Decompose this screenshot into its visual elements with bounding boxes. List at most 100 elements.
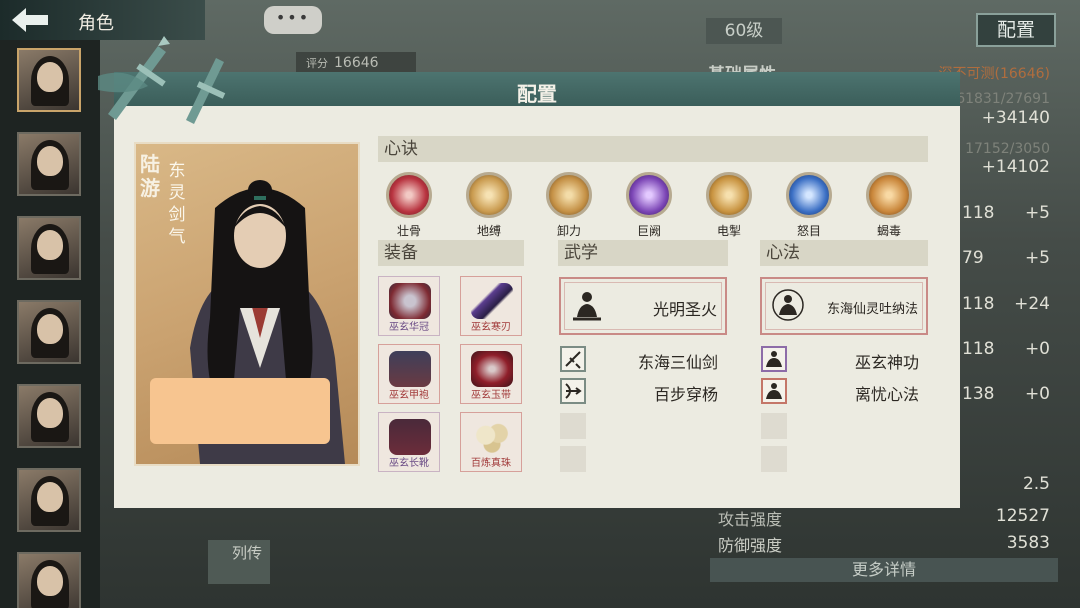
stat-value: 61831/27691 bbox=[956, 91, 1050, 107]
equipment-label: 百炼真珠 bbox=[471, 458, 511, 469]
redacted-area bbox=[150, 378, 330, 444]
config-button[interactable]: 配置 bbox=[976, 13, 1056, 47]
stat-value: 118 bbox=[962, 203, 995, 223]
character-portrait[interactable] bbox=[17, 48, 81, 112]
biography-button[interactable]: 列传 bbox=[208, 540, 270, 584]
stat-value: 79 bbox=[962, 248, 984, 268]
character-portrait[interactable] bbox=[17, 384, 81, 448]
flame-gold-icon bbox=[866, 172, 912, 218]
score-value: 16646 bbox=[334, 55, 379, 71]
section-header-equipment: 装备 bbox=[378, 240, 524, 266]
xinfa-list-label: 巫玄神功 bbox=[854, 353, 919, 372]
skill-label: 地缚 bbox=[476, 224, 501, 238]
empty-slot[interactable] bbox=[761, 446, 787, 472]
gate-purple-icon bbox=[626, 172, 672, 218]
stat-value: +0 bbox=[1024, 339, 1050, 359]
equipment-slot[interactable]: 巫玄华冠 bbox=[378, 276, 440, 336]
eye-blue-icon bbox=[786, 172, 832, 218]
stat-value: +0 bbox=[1024, 384, 1050, 404]
top-bar: 角色 bbox=[0, 0, 205, 40]
level-badge: 60级 bbox=[706, 18, 782, 44]
equipment-slot[interactable]: 巫玄玉带 bbox=[460, 344, 522, 404]
pearls-icon bbox=[471, 419, 513, 455]
sword-figure-icon bbox=[560, 346, 586, 372]
score-display: 评分 16646 bbox=[296, 52, 416, 74]
xinfa-main-slot[interactable]: 东海仙灵吐纳法 bbox=[760, 277, 928, 335]
skill-slot[interactable]: 蝎毒 bbox=[859, 172, 919, 239]
meditation-icon bbox=[761, 346, 787, 372]
meditation-icon bbox=[761, 378, 787, 404]
character-portrait[interactable] bbox=[17, 552, 81, 608]
stat-value: 2.5 bbox=[1022, 474, 1050, 494]
robe-icon bbox=[389, 351, 431, 387]
wuxue-main-slot[interactable]: 光明圣火 bbox=[559, 277, 727, 335]
skill-slot[interactable]: 电掣 bbox=[699, 172, 759, 239]
arrow-left-icon bbox=[12, 8, 48, 32]
more-detail-button[interactable]: 更多详情 bbox=[710, 558, 1058, 582]
stat-value: +5 bbox=[1024, 248, 1050, 268]
score-label: 评分 bbox=[306, 57, 328, 70]
meditating-monk-icon bbox=[772, 289, 804, 321]
skill-label: 电掣 bbox=[716, 224, 741, 238]
empty-slot[interactable] bbox=[761, 413, 787, 439]
attack-label: 攻击强度 bbox=[718, 510, 783, 529]
skill-slot[interactable]: 地缚 bbox=[459, 172, 519, 239]
equipment-label: 巫玄华冠 bbox=[389, 322, 429, 333]
skill-slot[interactable]: 怒目 bbox=[779, 172, 839, 239]
skill-slot[interactable]: 卸力 bbox=[539, 172, 599, 239]
skill-label: 蝎毒 bbox=[876, 224, 901, 238]
equipment-label: 巫玄长靴 bbox=[389, 458, 429, 469]
helmet-icon bbox=[389, 283, 431, 319]
archer-figure-icon bbox=[560, 378, 586, 404]
wuxue-list-label: 百步穿杨 bbox=[653, 385, 718, 404]
character-portrait[interactable] bbox=[17, 132, 81, 196]
wuxue-list-label: 东海三仙剑 bbox=[637, 353, 718, 372]
empty-slot[interactable] bbox=[560, 446, 586, 472]
stat-value: 118 bbox=[962, 294, 995, 314]
stat-value: +5 bbox=[1024, 203, 1050, 223]
stat-value: +34140 bbox=[981, 108, 1050, 128]
crossed-swords-icon bbox=[98, 36, 226, 124]
xinfa-list-item[interactable]: 离忧心法 bbox=[761, 378, 925, 404]
character-portrait[interactable] bbox=[17, 216, 81, 280]
skill-slot[interactable]: 巨阙 bbox=[619, 172, 679, 239]
equipment-label: 巫玄甲袍 bbox=[389, 390, 429, 401]
xinfa-main-label: 东海仙灵吐纳法 bbox=[826, 302, 918, 317]
skill-label: 怒目 bbox=[796, 224, 821, 238]
boots-icon bbox=[389, 419, 431, 455]
equipment-slot[interactable]: 巫玄甲袍 bbox=[378, 344, 440, 404]
wuxue-list-item[interactable]: 东海三仙剑 bbox=[560, 346, 724, 372]
section-header-xinjue: 心诀 bbox=[378, 136, 928, 162]
equipment-label: 巫玄玉带 bbox=[471, 390, 511, 401]
equipment-slot[interactable]: 巫玄寒刃 bbox=[460, 276, 522, 336]
blade-icon bbox=[471, 283, 513, 319]
character-portrait[interactable] bbox=[17, 468, 81, 532]
back-button[interactable] bbox=[10, 6, 54, 34]
equipment-slot[interactable]: 百炼真珠 bbox=[460, 412, 522, 472]
character-name: 陆游 bbox=[140, 152, 160, 200]
stat-value: +14102 bbox=[981, 157, 1050, 177]
chat-button[interactable]: ••• bbox=[264, 6, 322, 34]
swirl-gold-icon bbox=[546, 172, 592, 218]
section-header-xinfa: 心法 bbox=[760, 240, 928, 266]
equipment-slot[interactable]: 巫玄长靴 bbox=[378, 412, 440, 472]
stat-value: 12527 bbox=[995, 506, 1050, 526]
stat-value: 3583 bbox=[1006, 533, 1050, 553]
page-title: 角色 bbox=[78, 13, 114, 34]
skill-label: 巨阙 bbox=[636, 224, 661, 238]
stat-value: 138 bbox=[962, 384, 995, 404]
xinfa-list-item[interactable]: 巫玄神功 bbox=[761, 346, 925, 372]
skill-slot[interactable]: 壮骨 bbox=[379, 172, 439, 239]
defense-label: 防御强度 bbox=[718, 536, 783, 555]
stat-value: +24 bbox=[1014, 294, 1050, 314]
section-header-wuxue: 武学 bbox=[558, 240, 728, 266]
character-title: 东灵剑气 bbox=[168, 161, 186, 247]
empty-slot[interactable] bbox=[560, 413, 586, 439]
wuxue-list-item[interactable]: 百步穿杨 bbox=[560, 378, 724, 404]
wuxue-main-label: 光明圣火 bbox=[652, 300, 717, 319]
skill-label: 卸力 bbox=[556, 224, 581, 238]
equipment-label: 巫玄寒刃 bbox=[471, 322, 511, 333]
character-portrait[interactable] bbox=[17, 300, 81, 364]
belt-icon bbox=[471, 351, 513, 387]
sigil-red-icon bbox=[386, 172, 432, 218]
